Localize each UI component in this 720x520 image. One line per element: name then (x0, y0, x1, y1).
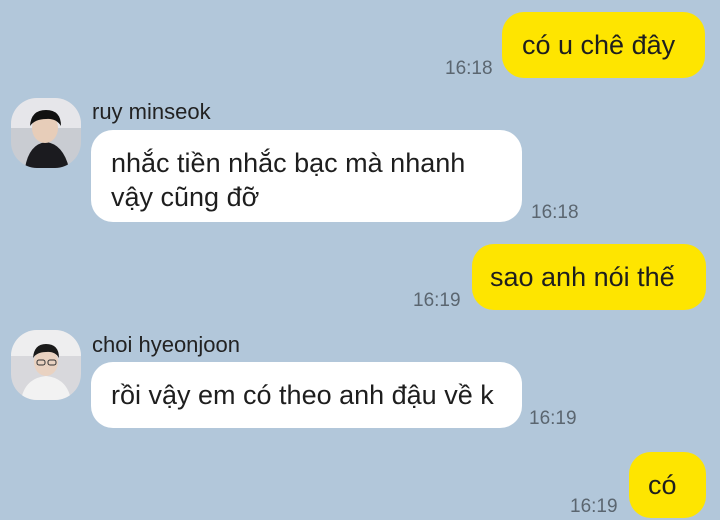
sender-name: choi hyeonjoon (92, 332, 241, 357)
message-text: rồi vậy em có theo anh đậu về k (111, 380, 494, 410)
incoming-message-bubble[interactable]: rồi vậy em có theo anh đậu về k (91, 362, 522, 428)
avatar-photo-icon (11, 98, 81, 168)
avatar-photo-icon (11, 330, 81, 400)
incoming-message-bubble[interactable]: nhắc tiền nhắc bạc mà nhanh vậy cũng đỡ (91, 130, 522, 222)
message-time: 16:18 (531, 202, 579, 223)
avatar[interactable] (11, 330, 81, 400)
message-time: 16:19 (413, 290, 461, 311)
message-time: 16:19 (570, 496, 618, 517)
outgoing-message-bubble[interactable]: có u chê đây (502, 12, 705, 78)
message-time: 16:18 (445, 58, 493, 79)
avatar[interactable] (11, 98, 81, 168)
outgoing-message-bubble[interactable]: sao anh nói thế (472, 244, 706, 310)
message-text: sao anh nói thế (490, 262, 675, 292)
message-text-line: vậy cũng đỡ (111, 182, 260, 212)
chat-area[interactable]: 16:18 có u chê đây ruy minseok nhắc tiền… (0, 0, 720, 520)
message-time: 16:19 (529, 408, 577, 429)
sender-name: ruy minseok (92, 99, 211, 124)
message-text: có u chê đây (522, 30, 676, 60)
message-text-line: nhắc tiền nhắc bạc mà nhanh (111, 148, 466, 178)
message-text: có (648, 470, 677, 500)
outgoing-message-bubble[interactable]: có (629, 452, 706, 518)
